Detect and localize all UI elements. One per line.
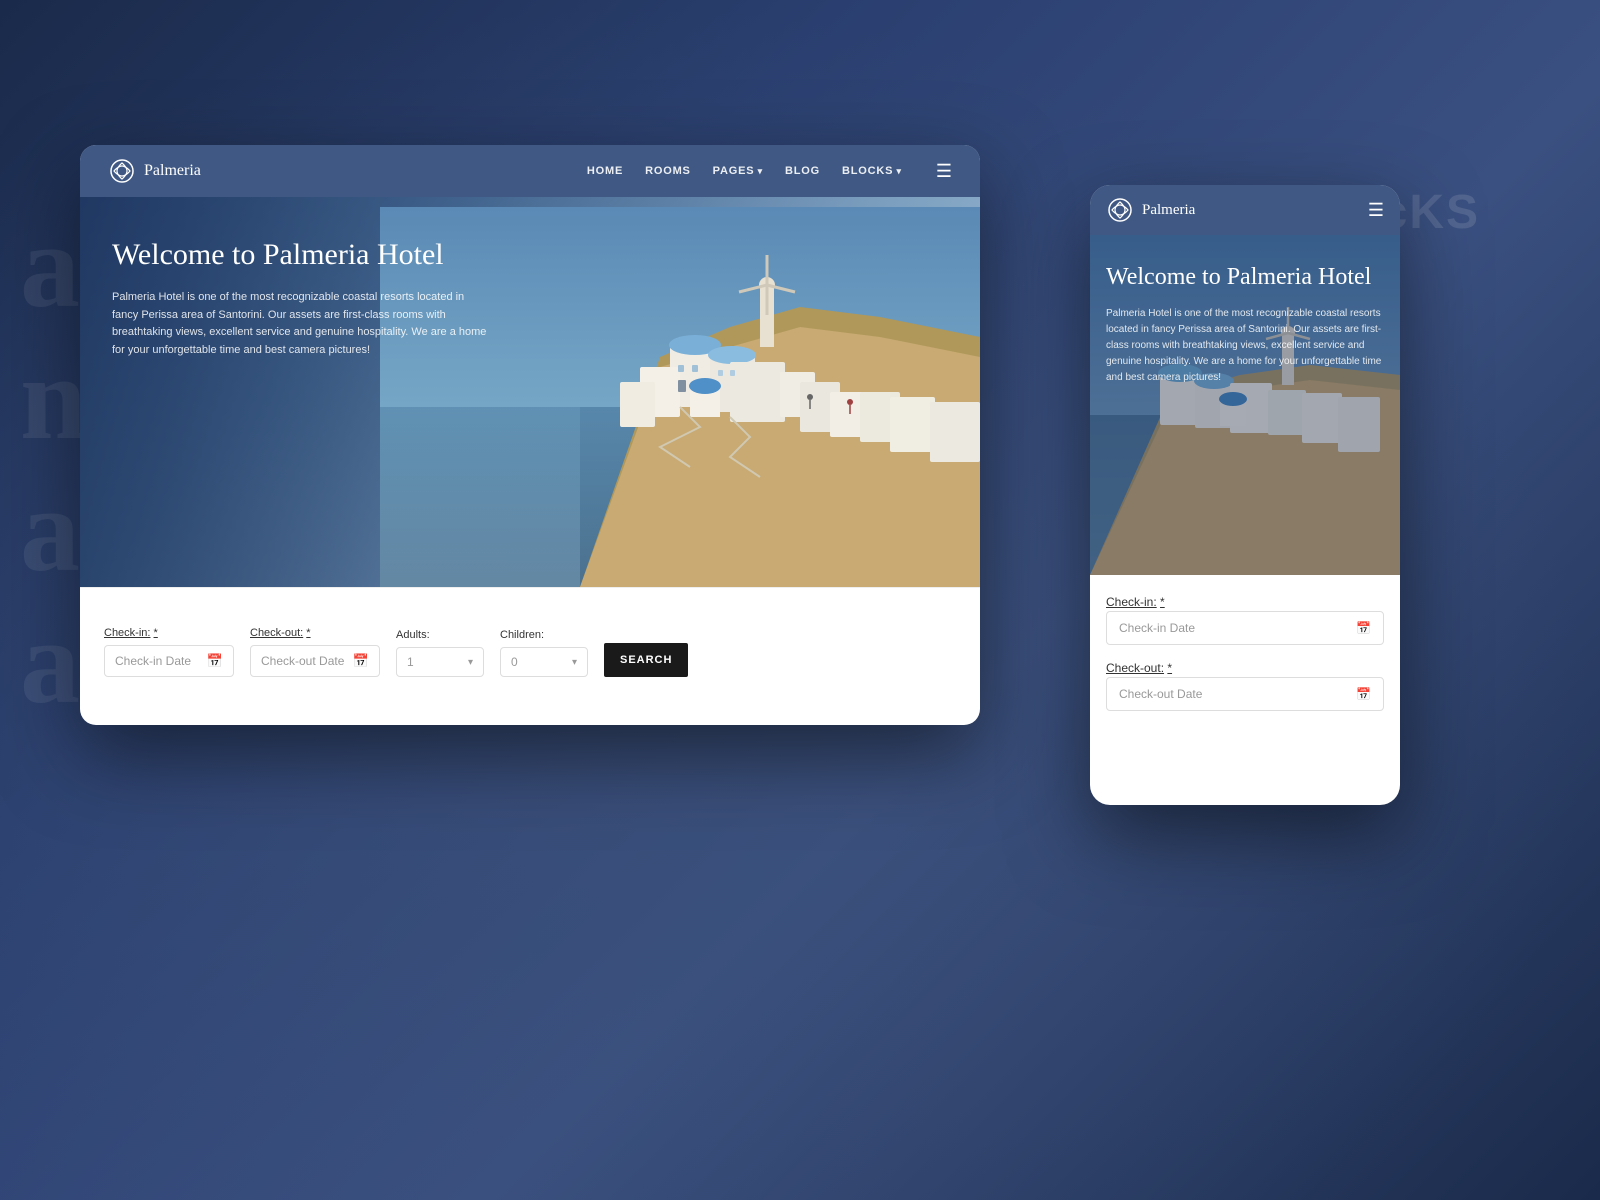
desktop-checkout-field: Check-out: * Check-out Date 📅 — [250, 627, 380, 677]
checkout-calendar-icon: 📅 — [353, 653, 369, 669]
desktop-checkin-label: Check-in: * — [104, 627, 234, 639]
mobile-hamburger-icon[interactable]: ☰ — [1368, 200, 1384, 221]
mobile-logo[interactable]: Palmeria — [1106, 196, 1195, 224]
mobile-checkout-label: Check-out: * — [1106, 661, 1172, 675]
desktop-hero: Welcome to Palmeria Hotel Palmeria Hotel… — [80, 197, 980, 587]
desktop-search-button[interactable]: SEARCH — [604, 643, 688, 677]
adults-dropdown-icon: ▾ — [468, 657, 473, 668]
desktop-checkout-input[interactable]: Check-out Date 📅 — [250, 645, 380, 677]
desktop-logo-icon — [108, 157, 136, 185]
mobile-checkout-input[interactable]: Check-out Date 📅 — [1106, 677, 1384, 711]
mobile-logo-text: Palmeria — [1142, 202, 1195, 219]
desktop-checkin-field: Check-in: * Check-in Date 📅 — [104, 627, 234, 677]
mobile-checkin-calendar-icon: 📅 — [1356, 621, 1371, 635]
desktop-hero-description: Palmeria Hotel is one of the most recogn… — [112, 289, 492, 359]
nav-link-rooms[interactable]: ROOMS — [645, 165, 691, 177]
desktop-adults-label: Adults: — [396, 629, 484, 641]
children-dropdown-icon: ▾ — [572, 657, 577, 668]
mobile-logo-icon — [1106, 196, 1134, 224]
checkin-calendar-icon: 📅 — [207, 653, 223, 669]
mobile-checkin-input[interactable]: Check-in Date 📅 — [1106, 611, 1384, 645]
mobile-hero-description: Palmeria Hotel is one of the most recogn… — [1106, 306, 1384, 386]
desktop-hero-title: Welcome to Palmeria Hotel — [112, 237, 492, 273]
desktop-booking-bar: Check-in: * Check-in Date 📅 Check-out: *… — [80, 587, 980, 697]
desktop-children-label: Children: — [500, 629, 588, 641]
mobile-hero-title: Welcome to Palmeria Hotel — [1106, 263, 1384, 292]
desktop-hero-content: Welcome to Palmeria Hotel Palmeria Hotel… — [112, 237, 492, 359]
nav-link-home[interactable]: HOME — [587, 165, 623, 177]
nav-link-pages[interactable]: PAGES — [713, 165, 763, 177]
mobile-navbar: Palmeria ☰ — [1090, 185, 1400, 235]
mobile-checkin-label: Check-in: * — [1106, 595, 1165, 609]
desktop-logo[interactable]: Palmeria — [108, 157, 201, 185]
desktop-hamburger-icon[interactable]: ☰ — [936, 161, 952, 182]
desktop-mockup: Palmeria HOME ROOMS PAGES BLOG BLOCKS ☰ — [80, 145, 980, 725]
desktop-adults-input[interactable]: 1 ▾ — [396, 647, 484, 677]
desktop-nav-links: HOME ROOMS PAGES BLOG BLOCKS ☰ — [587, 161, 952, 182]
mobile-mockup: Palmeria ☰ — [1090, 185, 1400, 805]
desktop-logo-text: Palmeria — [144, 162, 201, 180]
desktop-checkin-input[interactable]: Check-in Date 📅 — [104, 645, 234, 677]
mobile-hero-content: Welcome to Palmeria Hotel Palmeria Hotel… — [1106, 263, 1384, 386]
desktop-navbar: Palmeria HOME ROOMS PAGES BLOG BLOCKS ☰ — [80, 145, 980, 197]
mobile-checkout-field: Check-out: * Check-out Date 📅 — [1106, 659, 1384, 711]
nav-link-blocks[interactable]: BLOCKS — [842, 165, 902, 177]
desktop-children-input[interactable]: 0 ▾ — [500, 647, 588, 677]
desktop-children-field: Children: 0 ▾ — [500, 629, 588, 677]
mobile-checkout-calendar-icon: 📅 — [1356, 687, 1371, 701]
nav-link-blog[interactable]: BLOG — [785, 165, 820, 177]
mobile-checkin-field: Check-in: * Check-in Date 📅 — [1106, 593, 1384, 645]
mobile-hero: Welcome to Palmeria Hotel Palmeria Hotel… — [1090, 235, 1400, 575]
mobile-booking-form: Check-in: * Check-in Date 📅 Check-out: *… — [1090, 575, 1400, 743]
desktop-checkout-label: Check-out: * — [250, 627, 380, 639]
desktop-adults-field: Adults: 1 ▾ — [396, 629, 484, 677]
